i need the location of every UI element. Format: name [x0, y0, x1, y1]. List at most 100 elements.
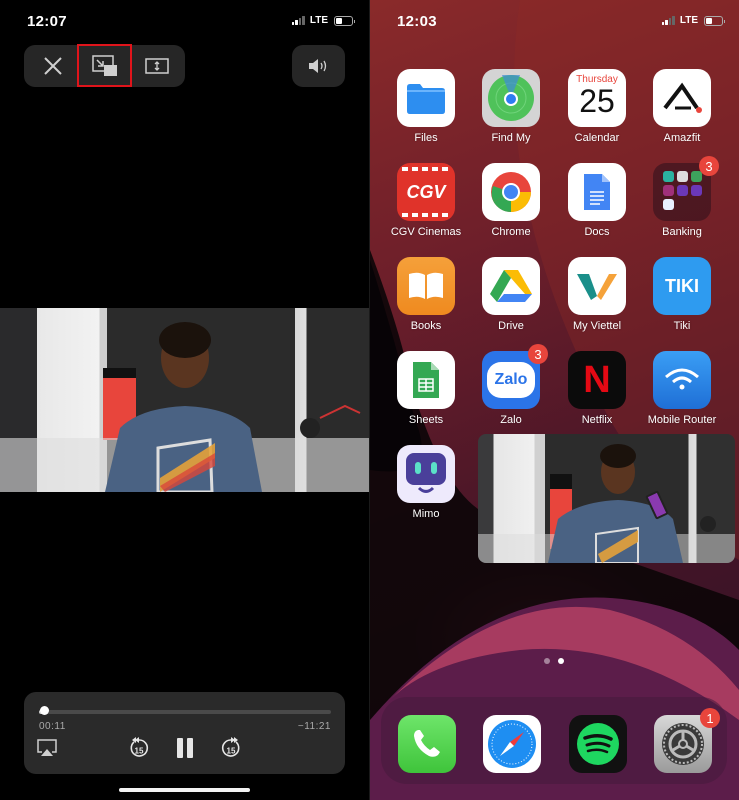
top-controls — [24, 44, 185, 87]
close-icon — [44, 57, 62, 75]
dock-app-phone[interactable] — [387, 715, 467, 773]
drive-icon — [482, 257, 540, 315]
docs-icon — [568, 163, 626, 221]
battery-icon — [334, 15, 355, 26]
app-calendar[interactable]: Thursday 25 Calendar — [557, 69, 637, 144]
app-label: Mobile Router — [647, 414, 717, 426]
video-content — [0, 322, 369, 492]
spotify-icon — [569, 715, 627, 773]
pip-video-content — [478, 444, 735, 563]
picture-in-picture-button[interactable] — [77, 44, 132, 87]
elapsed-time: 00:11 — [39, 721, 66, 732]
sheets-icon — [397, 351, 455, 409]
app-mimo[interactable]: Mimo — [386, 445, 466, 520]
skip-back-button[interactable]: 15 — [128, 736, 150, 760]
app-label: Find My — [491, 132, 531, 144]
dock: 1 — [381, 697, 727, 784]
scrubber-knob[interactable] — [39, 706, 49, 715]
app-netflix[interactable]: N Netflix — [557, 351, 637, 426]
app-label: Mimo — [412, 508, 440, 520]
app-label: Tiki — [673, 320, 691, 332]
notification-badge: 3 — [528, 344, 548, 364]
app-label: Netflix — [581, 414, 613, 426]
playback-controls: 00:11 −11:21 15 15 — [24, 692, 345, 774]
app-sheets[interactable]: Sheets — [386, 351, 466, 426]
app-mobile-router[interactable]: Mobile Router — [642, 351, 722, 426]
app-amazfit[interactable]: Amazfit — [642, 69, 722, 144]
aspect-fill-icon — [145, 58, 169, 74]
app-books[interactable]: Books — [386, 257, 466, 332]
app-label: Files — [414, 132, 438, 144]
wifi-router-icon — [653, 351, 711, 409]
viettel-icon — [568, 257, 626, 315]
volume-button[interactable] — [292, 45, 345, 87]
tiki-icon: TIKI — [653, 257, 711, 315]
app-drive[interactable]: Drive — [471, 257, 551, 332]
app-label: Sheets — [408, 414, 444, 426]
skip-back-15-icon: 15 — [130, 737, 149, 757]
app-label: Calendar — [574, 132, 620, 144]
progress-track[interactable] — [39, 706, 331, 715]
app-folder-banking[interactable]: 3 Banking — [642, 156, 722, 238]
picture-in-picture-icon — [91, 54, 117, 76]
app-files[interactable]: Files — [386, 69, 466, 144]
page-dot[interactable] — [544, 658, 550, 664]
skip-forward-button[interactable]: 15 — [220, 736, 242, 760]
status-time: 12:03 — [397, 13, 437, 30]
status-time: 12:07 — [27, 13, 67, 30]
find-my-icon — [482, 69, 540, 127]
books-icon — [397, 257, 455, 315]
calendar-day: 25 — [579, 83, 615, 119]
airplay-icon — [37, 739, 57, 756]
remaining-time: −11:21 — [297, 721, 331, 732]
safari-icon — [483, 715, 541, 773]
page-indicator[interactable] — [544, 658, 564, 664]
skip-back-label: 15 — [135, 747, 144, 756]
netflix-icon: N — [568, 351, 626, 409]
pause-button[interactable] — [175, 736, 195, 760]
netflix-logo-text: N — [583, 358, 611, 401]
network-label: LTE — [309, 15, 328, 26]
page-dot-active[interactable] — [558, 658, 564, 664]
calendar-icon: Thursday 25 — [568, 69, 626, 127]
app-my-viettel[interactable]: My Viettel — [557, 257, 637, 332]
signal-icon — [291, 16, 305, 25]
dock-app-safari[interactable] — [472, 715, 552, 773]
app-label: Chrome — [491, 226, 531, 238]
amazfit-icon — [653, 69, 711, 127]
app-label: Drive — [498, 320, 524, 332]
battery-icon — [704, 15, 725, 26]
app-tiki[interactable]: TIKI Tiki — [642, 257, 722, 332]
skip-forward-label: 15 — [227, 747, 236, 756]
close-button[interactable] — [28, 45, 78, 87]
notification-badge: 3 — [699, 156, 719, 176]
app-cgv-cinemas[interactable]: CGV CGV Cinemas — [386, 163, 466, 238]
skip-forward-15-icon: 15 — [221, 737, 240, 757]
cgv-logo-text: CGV — [406, 181, 446, 202]
home-indicator[interactable] — [119, 788, 250, 792]
mimo-icon — [397, 445, 455, 503]
dock-app-settings[interactable]: 1 — [643, 708, 723, 773]
picture-in-picture-window[interactable] — [478, 434, 735, 563]
video-player-screen: 12:07 LTE 00:11 −11:21 15 15 — [0, 0, 369, 800]
app-label: Banking — [662, 226, 702, 238]
zalo-logo-text: Zalo — [494, 371, 528, 388]
chrome-icon — [482, 163, 540, 221]
network-label: LTE — [679, 15, 698, 26]
app-find-my[interactable]: Find My — [471, 69, 551, 144]
tiki-logo-text: TIKI — [665, 275, 699, 296]
dock-app-spotify[interactable] — [558, 715, 638, 773]
video-frame[interactable] — [0, 308, 369, 492]
app-label: My Viettel — [572, 320, 622, 332]
files-icon — [397, 69, 455, 127]
app-label: Books — [410, 320, 442, 332]
app-zalo[interactable]: Zalo 3 Zalo — [471, 344, 551, 426]
app-label: CGV Cinemas — [390, 226, 462, 238]
app-chrome[interactable]: Chrome — [471, 163, 551, 238]
speaker-icon — [308, 59, 326, 73]
phone-icon — [398, 715, 456, 773]
airplay-button[interactable] — [37, 739, 57, 757]
aspect-fill-button[interactable] — [132, 45, 182, 87]
cgv-icon: CGV — [397, 163, 455, 221]
app-docs[interactable]: Docs — [557, 163, 637, 238]
